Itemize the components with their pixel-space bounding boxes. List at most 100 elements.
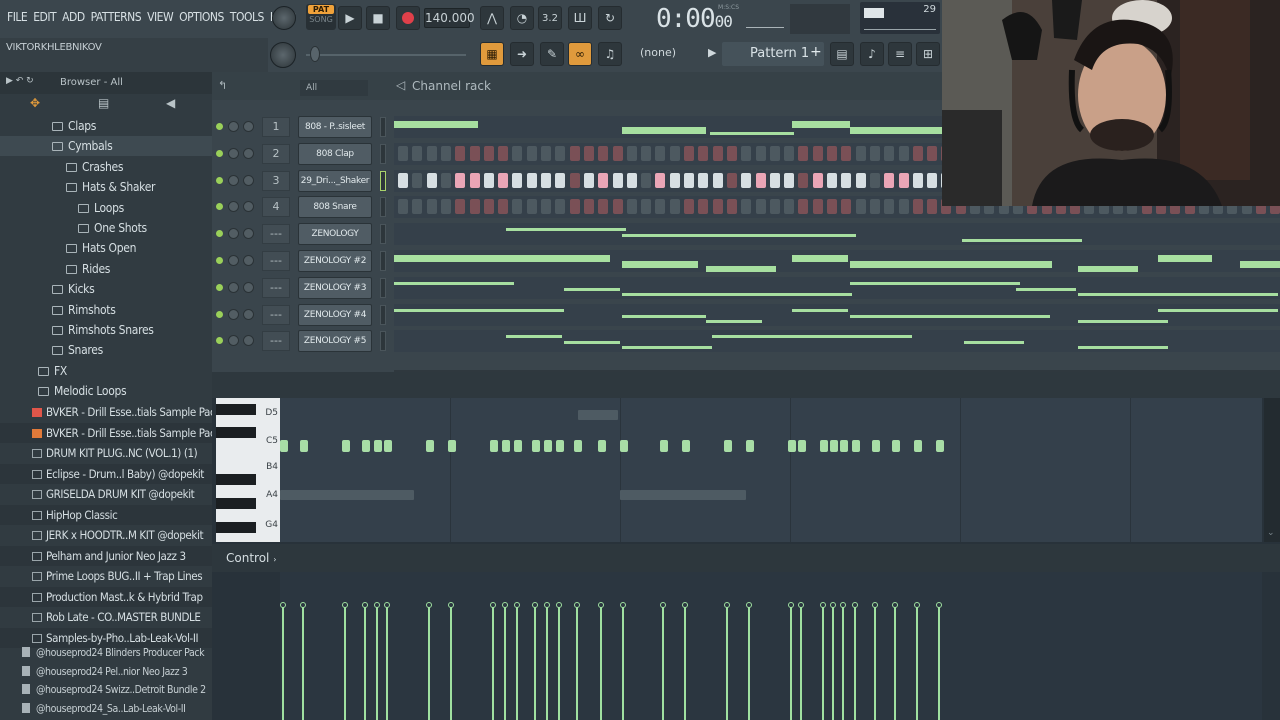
step-button[interactable] <box>512 145 523 161</box>
velocity-bar[interactable] <box>546 606 548 720</box>
step-button[interactable] <box>898 199 909 215</box>
piano-roll-note[interactable] <box>852 440 860 452</box>
step-button[interactable] <box>583 145 594 161</box>
step-button[interactable] <box>684 172 694 188</box>
piano-roll-note[interactable] <box>746 440 754 452</box>
channel-mute-led[interactable] <box>216 149 223 157</box>
pitch-knob[interactable] <box>270 42 296 68</box>
velocity-bar[interactable] <box>428 606 430 720</box>
step-button[interactable] <box>812 145 823 161</box>
velocity-bar[interactable] <box>534 606 536 720</box>
step-button[interactable] <box>712 199 723 215</box>
browser-folder[interactable]: FX <box>0 361 212 381</box>
velocity-handle[interactable] <box>598 602 604 608</box>
velocity-handle[interactable] <box>556 602 562 608</box>
step-button[interactable] <box>612 145 623 161</box>
piano-roll-note[interactable] <box>556 440 564 452</box>
velocity-bar[interactable] <box>854 606 856 720</box>
velocity-handle[interactable] <box>574 602 580 608</box>
step-button[interactable] <box>626 145 637 161</box>
piano-roll-note[interactable] <box>820 440 828 452</box>
channel-pan-knob[interactable] <box>228 121 239 132</box>
menu-add[interactable]: ADD <box>59 8 88 26</box>
channel-mixer-track[interactable]: 2 <box>262 143 290 164</box>
velocity-handle[interactable] <box>620 602 626 608</box>
step-button[interactable] <box>641 145 652 161</box>
step-button[interactable] <box>669 199 680 215</box>
play-button[interactable]: ▶ <box>338 6 362 30</box>
piano-roll-note[interactable] <box>574 440 582 452</box>
channel-mute-led[interactable] <box>216 176 223 184</box>
browser-folder[interactable]: Hats & Shaker <box>0 177 212 197</box>
step-button[interactable] <box>798 172 809 188</box>
browser-pack[interactable]: Pelham and Junior Neo Jazz 3 <box>0 545 212 566</box>
velocity-bar[interactable] <box>874 606 876 720</box>
piano-roll-note[interactable] <box>342 440 350 452</box>
step-button[interactable]: ➜ <box>510 42 534 66</box>
channel-mixer-track[interactable]: 3 <box>262 170 290 191</box>
step-button[interactable] <box>469 199 480 215</box>
velocity-handle[interactable] <box>660 602 666 608</box>
channel-mute-led[interactable] <box>216 337 223 345</box>
master-pitch-slider[interactable] <box>306 54 466 56</box>
channel-mute-led[interactable] <box>216 123 223 130</box>
loop-record-button[interactable]: ↻ <box>598 6 622 30</box>
velocity-bar[interactable] <box>450 606 452 720</box>
step-button[interactable] <box>626 172 637 188</box>
step-button[interactable] <box>912 199 923 215</box>
browser-file[interactable]: @houseprod24 Blinders Producer Pack <box>0 644 212 662</box>
channel-select-indicator[interactable] <box>380 251 386 271</box>
channel-rack-button[interactable]: ▦ <box>480 42 504 66</box>
channel-pan-knob[interactable] <box>228 308 239 320</box>
step-button[interactable] <box>426 199 437 215</box>
channel-pan-knob[interactable] <box>228 174 239 186</box>
velocity-bar[interactable] <box>842 606 844 720</box>
black-key[interactable] <box>216 474 256 485</box>
step-button[interactable] <box>927 172 938 188</box>
velocity-bar[interactable] <box>832 606 834 720</box>
channel-volume-knob[interactable] <box>243 147 254 159</box>
browser-pack[interactable]: GRISELDA DRUM KIT @dopekit <box>0 484 212 504</box>
browser-pack[interactable]: Production Mast..k & Hybrid Trap <box>0 586 212 607</box>
channel-filter[interactable]: All <box>300 80 368 96</box>
add-pattern-button[interactable]: + <box>810 44 822 60</box>
menu-view[interactable]: VIEW <box>144 8 176 26</box>
velocity-handle[interactable] <box>384 602 390 608</box>
step-button[interactable] <box>712 172 723 188</box>
browser-file[interactable]: @houseprod24 Swizz..Detroit Bundle 2 <box>0 681 212 699</box>
step-button[interactable] <box>498 172 509 188</box>
metronome-button[interactable]: ⋀ <box>480 6 504 30</box>
step-button[interactable] <box>569 199 580 215</box>
velocity-bar[interactable] <box>516 606 518 720</box>
piano-roll-note[interactable] <box>514 440 522 452</box>
black-key[interactable] <box>216 404 256 415</box>
velocity-bar[interactable] <box>376 606 378 720</box>
step-button[interactable] <box>426 172 437 188</box>
velocity-handle[interactable] <box>724 602 730 608</box>
piano-roll-note[interactable] <box>490 440 498 452</box>
menu-edit[interactable]: EDIT <box>30 8 59 26</box>
velocity-lane[interactable] <box>280 572 1262 720</box>
menu-options[interactable]: OPTIONS <box>176 8 227 26</box>
browser-nav-arrow-icon[interactable]: ▶ ↶ ↻ <box>6 76 34 86</box>
step-button[interactable] <box>726 199 737 215</box>
channel-name-button[interactable]: 808 Clap <box>298 142 372 165</box>
step-button[interactable] <box>669 145 680 161</box>
step-button[interactable] <box>698 172 709 188</box>
channel-mute-led[interactable] <box>216 257 223 264</box>
channel-name-button[interactable]: ZENOLOGY <box>298 223 372 246</box>
velocity-bar[interactable] <box>558 606 560 720</box>
step-button[interactable] <box>483 199 494 215</box>
piano-roll-button[interactable]: ♪ <box>860 42 884 66</box>
step-button[interactable] <box>784 199 795 215</box>
step-button[interactable] <box>684 145 694 161</box>
step-button[interactable] <box>598 199 609 215</box>
channel-pan-knob[interactable] <box>228 255 239 266</box>
velocity-handle[interactable] <box>820 602 826 608</box>
note-grid[interactable] <box>280 398 1262 542</box>
draw-tool-button[interactable]: ✎ <box>540 42 564 66</box>
black-key[interactable] <box>216 427 256 438</box>
velocity-bar[interactable] <box>662 606 664 720</box>
step-button[interactable] <box>841 145 852 161</box>
piano-roll-note[interactable] <box>544 440 552 452</box>
